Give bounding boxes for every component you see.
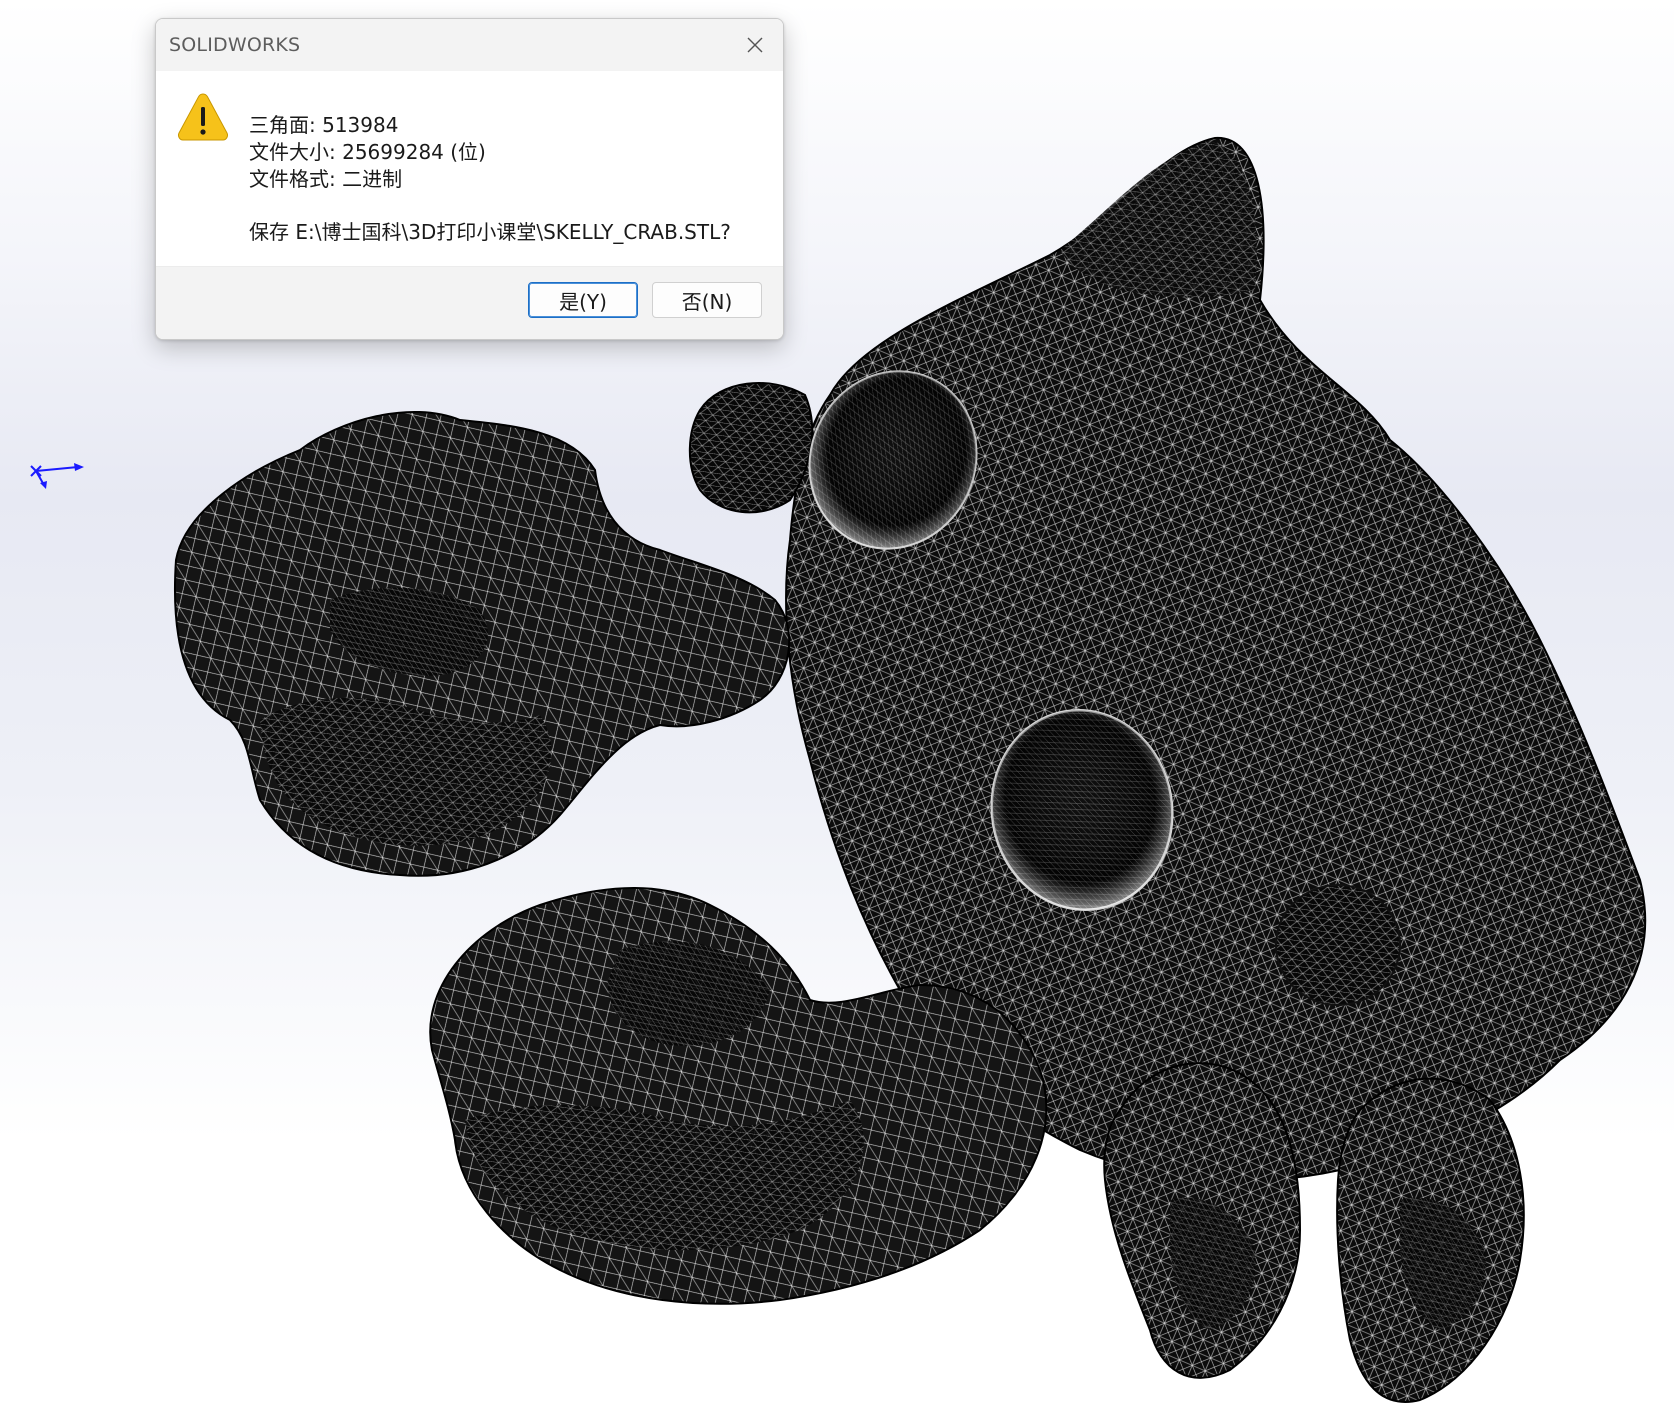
- dialog-body: 三角面: 513984 文件大小: 25699284 (位) 文件格式: 二进制…: [156, 71, 783, 266]
- save-question-text: 保存 E:\博士国科\3D打印小课堂\SKELLY_CRAB.STL?: [249, 220, 731, 244]
- no-button[interactable]: 否(N): [652, 282, 762, 318]
- yes-button[interactable]: 是(Y): [528, 282, 638, 318]
- close-icon: [747, 37, 763, 53]
- coordinate-triad-icon: [30, 463, 84, 489]
- dialog-titlebar[interactable]: SOLIDWORKS: [156, 19, 783, 71]
- dialog-title: SOLIDWORKS: [169, 34, 301, 56]
- warning-icon: [178, 93, 228, 141]
- file-format-text: 文件格式: 二进制: [249, 167, 403, 191]
- close-button[interactable]: [737, 28, 773, 62]
- triangle-count-text: 三角面: 513984: [249, 113, 399, 137]
- dialog-footer: 是(Y) 否(N): [156, 266, 783, 339]
- file-size-text: 文件大小: 25699284 (位): [249, 140, 486, 164]
- save-confirm-dialog: SOLIDWORKS 三角面: 513984 文件大小: 25699284 (位…: [155, 18, 784, 340]
